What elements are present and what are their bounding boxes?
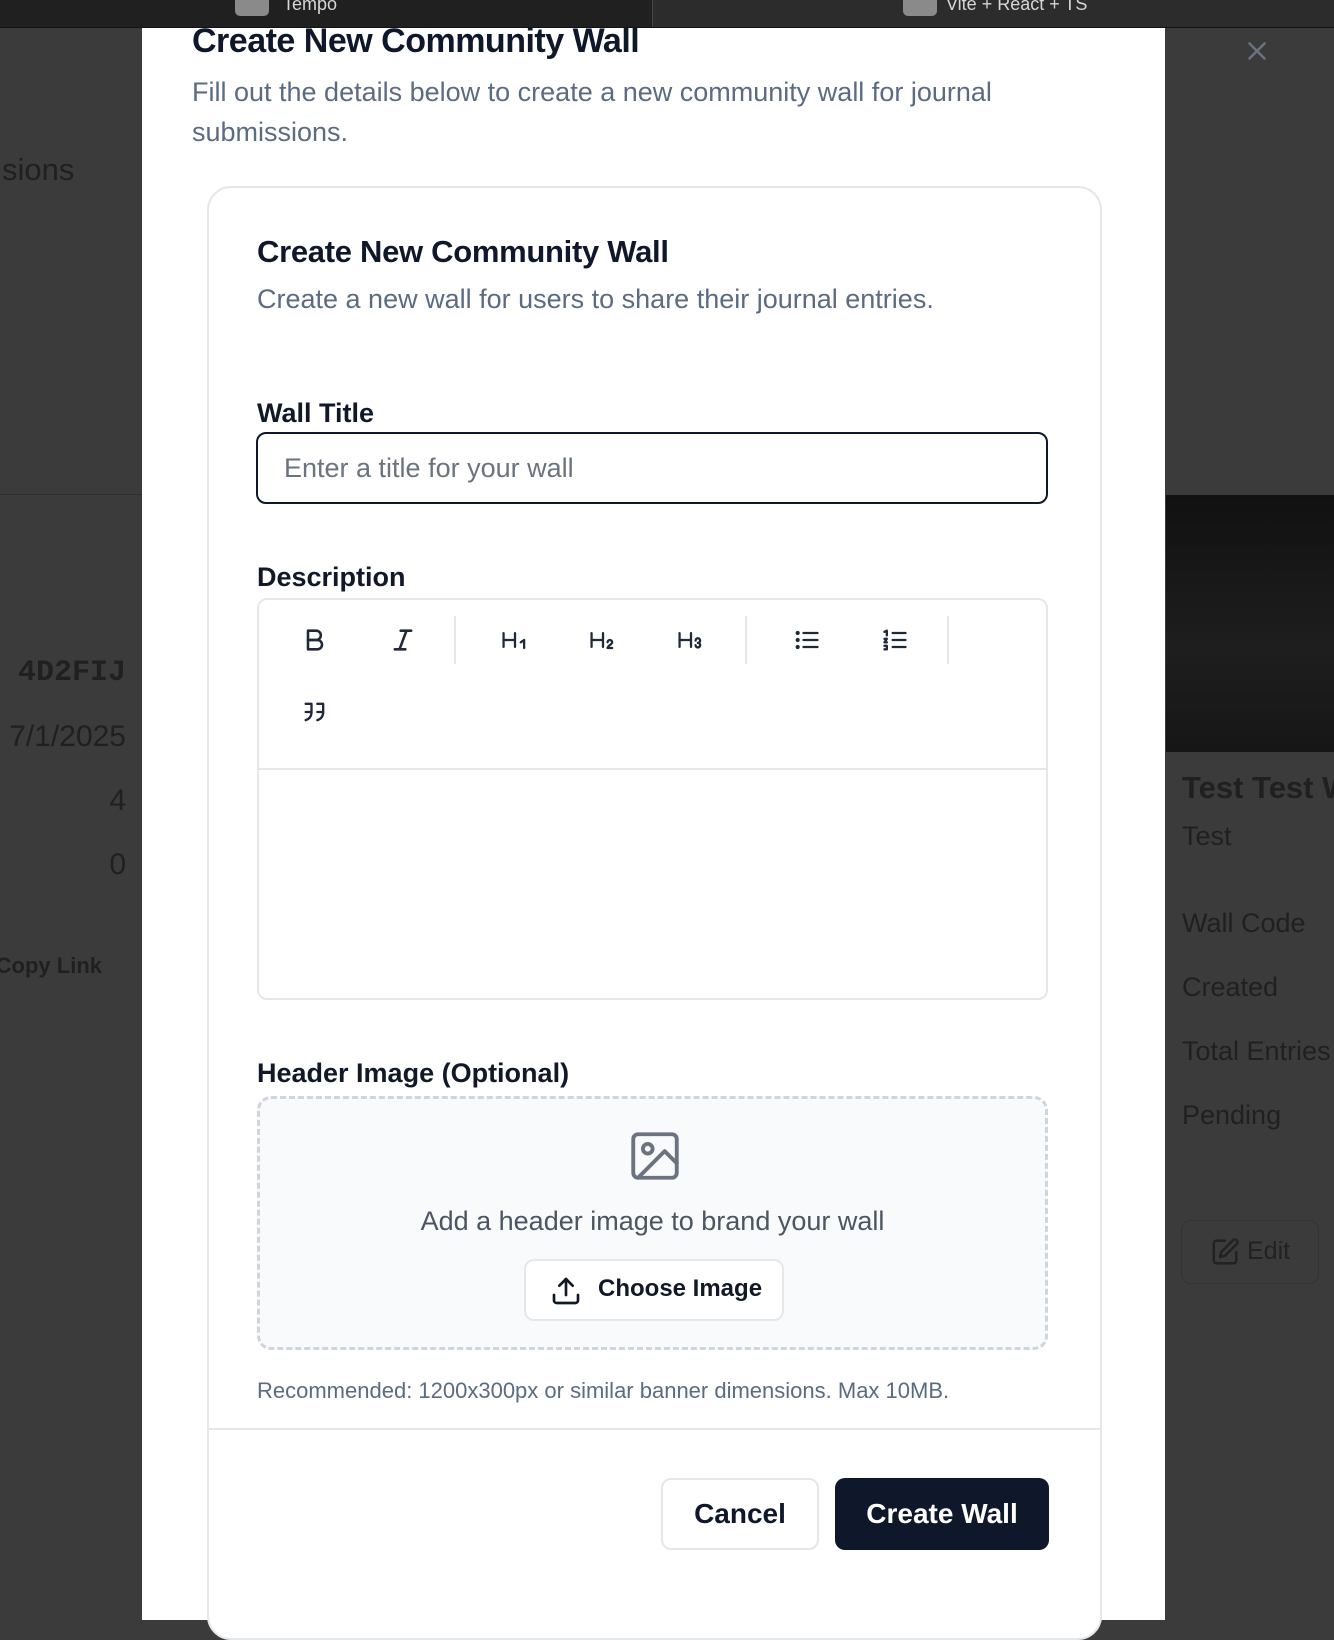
bg-wall-code-value: 4D2FIJ [17, 656, 126, 690]
choose-image-label: Choose Image [598, 1275, 763, 1302]
create-wall-form-card: Create New Community Wall Create a new w… [207, 186, 1102, 1640]
bg-wall-header-image [1166, 495, 1334, 752]
bg-wall-title: Test Test W [1182, 770, 1334, 805]
tempo-favicon-icon [235, 0, 269, 16]
heading-3-icon[interactable] [667, 616, 715, 664]
browser-tab-label: Vite + React + TS [946, 0, 1088, 14]
image-icon [626, 1127, 684, 1185]
bold-icon[interactable] [291, 616, 339, 664]
bg-edit-button: Edit [1181, 1220, 1319, 1284]
bg-created-label: Created [1182, 972, 1279, 1002]
form-subtitle: Create a new wall for users to share the… [257, 284, 934, 314]
description-editor [257, 598, 1048, 1000]
heading-1-icon[interactable] [491, 616, 539, 664]
header-image-hint: Recommended: 1200x300px or similar banne… [257, 1378, 950, 1403]
create-wall-button[interactable]: Create Wall [835, 1478, 1049, 1550]
description-editor-content[interactable] [259, 770, 1046, 998]
editor-toolbar [259, 600, 1046, 770]
bg-edit-label: Edit [1247, 1237, 1291, 1265]
bg-wall-description: Test [1182, 821, 1232, 851]
wall-title-label: Wall Title [257, 398, 375, 428]
toolbar-divider [745, 616, 747, 664]
header-image-label: Header Image (Optional) [257, 1058, 570, 1088]
bg-total-entries-label: Total Entries [1182, 1036, 1331, 1066]
choose-image-button[interactable]: Choose Image [524, 1259, 784, 1321]
toolbar-divider [454, 616, 456, 664]
bg-wall-code-label: Wall Code [1182, 908, 1306, 938]
toolbar-divider [947, 616, 949, 664]
bg-total-entries-value: 4 [109, 784, 126, 817]
description-label: Description [257, 562, 406, 592]
heading-2-icon[interactable] [579, 616, 627, 664]
bg-pending-label: Pending [1182, 1100, 1282, 1130]
close-icon[interactable] [1242, 36, 1272, 66]
browser-tab-vite[interactable]: Vite + React + TS [653, 0, 1334, 27]
form-footer-divider [209, 1428, 1100, 1430]
bg-pending-value: 0 [109, 848, 126, 881]
browser-tab-label: Tempo [283, 0, 338, 14]
wall-title-input[interactable] [256, 432, 1048, 504]
numbered-list-icon[interactable] [871, 616, 919, 664]
edit-icon [1210, 1237, 1240, 1274]
cancel-button[interactable]: Cancel [661, 1478, 819, 1550]
dropzone-prompt: Add a header image to brand your wall [420, 1206, 885, 1236]
italic-icon[interactable] [379, 616, 427, 664]
bullet-list-icon[interactable] [783, 616, 831, 664]
upload-icon [550, 1275, 582, 1307]
dialog-description: Fill out the details below to create a n… [192, 77, 992, 147]
bg-copy-link: Copy Link [0, 953, 102, 978]
vite-favicon-icon [903, 0, 937, 16]
blockquote-icon[interactable] [291, 688, 339, 736]
bg-divider [0, 494, 142, 495]
form-title: Create New Community Wall [257, 234, 669, 269]
bg-created-value: 7/1/2025 [9, 720, 126, 753]
bg-heading-fragment: sions [2, 152, 75, 187]
dialog-title: Create New Community Wall [192, 22, 640, 60]
create-wall-dialog: Create New Community Wall Fill out the d… [142, 22, 1266, 1640]
header-image-dropzone[interactable]: Add a header image to brand your wall Ch… [257, 1096, 1048, 1350]
